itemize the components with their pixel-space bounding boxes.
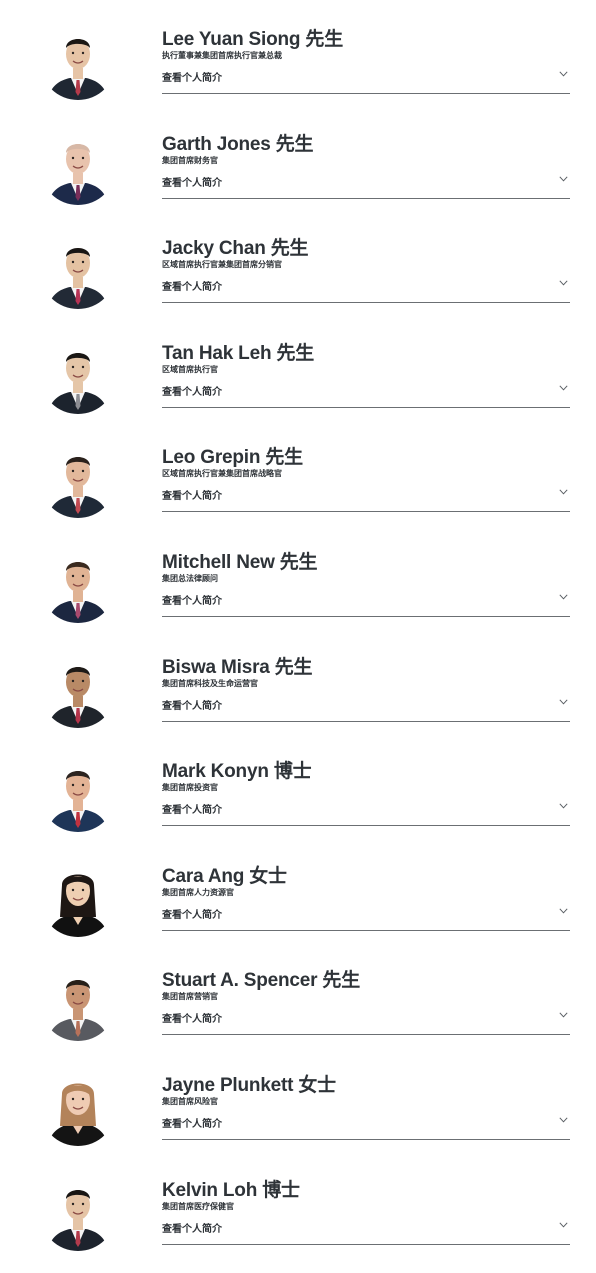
view-profile-toggle[interactable]: 查看个人简介 xyxy=(162,1112,570,1140)
view-profile-toggle[interactable]: 查看个人简介 xyxy=(162,484,570,513)
view-profile-label: 查看个人简介 xyxy=(162,386,222,398)
executive-title: 集团首席医疗保健官 xyxy=(162,1201,234,1211)
executive-title: 区域首席执行官 xyxy=(162,364,218,374)
portrait-avatar xyxy=(40,756,116,833)
view-profile-label: 查看个人简介 xyxy=(162,909,222,921)
executive-card: Mark Konyn 博士 集团首席投资官 查看个人简介 xyxy=(0,750,596,855)
executive-name: Jayne Plunkett 女士 xyxy=(162,1074,336,1096)
executive-name: Jacky Chan 先生 xyxy=(162,238,309,260)
chevron-down-icon xyxy=(559,1117,568,1123)
executive-list: Lee Yuan Siong 先生 执行董事兼集团首席执行官兼总裁 查看个人简介 Ga… xyxy=(0,0,596,1273)
chevron-down-icon xyxy=(559,1221,568,1228)
chevron-down-icon xyxy=(559,71,568,77)
view-profile-label: 查看个人简介 xyxy=(162,595,222,607)
executive-card: Leo Grepin 先生 区域首席执行官兼集团首席战略官 查看个人简介 xyxy=(0,436,596,541)
portrait-avatar xyxy=(40,965,116,1042)
portrait-avatar xyxy=(40,860,116,937)
executive-card: Cara Ang 女士 集团首席人力资源官 查看个人简介 xyxy=(0,855,596,960)
executive-card: Stuart A. Spencer 先生 集团首席营销官 查看个人简介 xyxy=(0,959,596,1064)
view-profile-toggle[interactable]: 查看个人简介 xyxy=(162,171,570,199)
executive-card: Biswa Misra 先生 集团首席科技及生命运营官 查看个人简介 xyxy=(0,646,596,751)
view-profile-label: 查看个人简介 xyxy=(162,177,222,189)
chevron-down-icon xyxy=(559,1012,568,1018)
chevron-down-icon xyxy=(559,594,568,600)
executive-card: Tan Hak Leh 先生 区域首席执行官 查看个人简介 xyxy=(0,332,596,437)
chevron-down-icon xyxy=(559,803,568,809)
executive-title: 区域首席执行官兼集团首席战略官 xyxy=(162,469,282,479)
portrait-avatar xyxy=(40,1174,116,1251)
view-profile-label: 查看个人简介 xyxy=(162,1014,222,1026)
executive-title: 执行董事兼集团首席执行官兼总裁 xyxy=(162,51,282,60)
executive-title: 集团首席营销官 xyxy=(162,992,218,1002)
view-profile-label: 查看个人简介 xyxy=(162,1118,222,1130)
view-profile-toggle[interactable]: 查看个人简介 xyxy=(162,1007,570,1036)
view-profile-toggle[interactable]: 查看个人简介 xyxy=(162,798,570,827)
chevron-down-icon xyxy=(559,385,568,391)
chevron-down-icon xyxy=(559,280,568,286)
executive-name: Mark Konyn 博士 xyxy=(162,761,312,783)
view-profile-label: 查看个人简介 xyxy=(162,491,222,503)
view-profile-label: 查看个人简介 xyxy=(162,805,222,817)
view-profile-label: 查看个人简介 xyxy=(162,700,222,712)
executive-name: Cara Ang 女士 xyxy=(162,865,287,887)
portrait-avatar xyxy=(40,1069,116,1146)
executive-title: 区域首席执行官兼集团首席分销官 xyxy=(162,260,282,270)
executive-name: Mitchell New 先生 xyxy=(162,551,318,573)
portrait-avatar xyxy=(40,442,116,519)
view-profile-toggle[interactable]: 查看个人简介 xyxy=(162,1217,570,1245)
executive-name: Kelvin Loh 博士 xyxy=(162,1179,300,1201)
executive-title: 集团首席人力资源官 xyxy=(162,887,234,897)
view-profile-label: 查看个人简介 xyxy=(162,282,222,294)
portrait-avatar xyxy=(40,128,116,205)
executive-title: 集团首席风险官 xyxy=(162,1096,218,1106)
chevron-down-icon xyxy=(559,489,568,495)
executive-name: Garth Jones 先生 xyxy=(162,133,314,155)
view-profile-toggle[interactable]: 查看个人简介 xyxy=(162,380,570,408)
view-profile-toggle[interactable]: 查看个人简介 xyxy=(162,275,570,304)
view-profile-toggle[interactable]: 查看个人简介 xyxy=(162,66,570,94)
executive-name: Stuart A. Spencer 先生 xyxy=(162,970,361,992)
view-profile-toggle[interactable]: 查看个人简介 xyxy=(162,589,570,617)
view-profile-label: 查看个人简介 xyxy=(162,73,222,84)
executive-title: 集团总法律顾问 xyxy=(162,573,218,583)
executive-name: Tan Hak Leh 先生 xyxy=(162,342,315,364)
portrait-avatar xyxy=(40,337,116,414)
executive-card: Lee Yuan Siong 先生 执行董事兼集团首席执行官兼总裁 查看个人简介 xyxy=(0,18,596,123)
executive-title: 集团首席科技及生命运营官 xyxy=(162,678,258,688)
executive-card: Jayne Plunkett 女士 集团首席风险官 查看个人简介 xyxy=(0,1064,596,1169)
executive-card: Garth Jones 先生 集团首席财务官 查看个人简介 xyxy=(0,123,596,228)
portrait-avatar xyxy=(40,651,116,728)
chevron-down-icon xyxy=(559,176,568,182)
chevron-down-icon xyxy=(559,699,568,705)
executive-card: Mitchell New 先生 集团总法律顾问 查看个人简介 xyxy=(0,541,596,646)
executive-card: Kelvin Loh 博士 集团首席医疗保健官 查看个人简介 xyxy=(0,1169,596,1273)
executive-card: Jacky Chan 先生 区域首席执行官兼集团首席分销官 查看个人简介 xyxy=(0,227,596,332)
portrait-avatar xyxy=(40,233,116,310)
view-profile-label: 查看个人简介 xyxy=(162,1223,222,1235)
executive-name: Biswa Misra 先生 xyxy=(162,656,313,678)
executive-name: Leo Grepin 先生 xyxy=(162,447,303,469)
chevron-down-icon xyxy=(559,908,568,914)
view-profile-toggle[interactable]: 查看个人简介 xyxy=(162,694,570,722)
executive-name: Lee Yuan Siong 先生 xyxy=(162,29,344,50)
portrait-avatar xyxy=(40,24,116,100)
portrait-avatar xyxy=(40,546,116,623)
executive-title: 集团首席财务官 xyxy=(162,155,218,165)
executive-title: 集团首席投资官 xyxy=(162,783,218,793)
view-profile-toggle[interactable]: 查看个人简介 xyxy=(162,903,570,931)
